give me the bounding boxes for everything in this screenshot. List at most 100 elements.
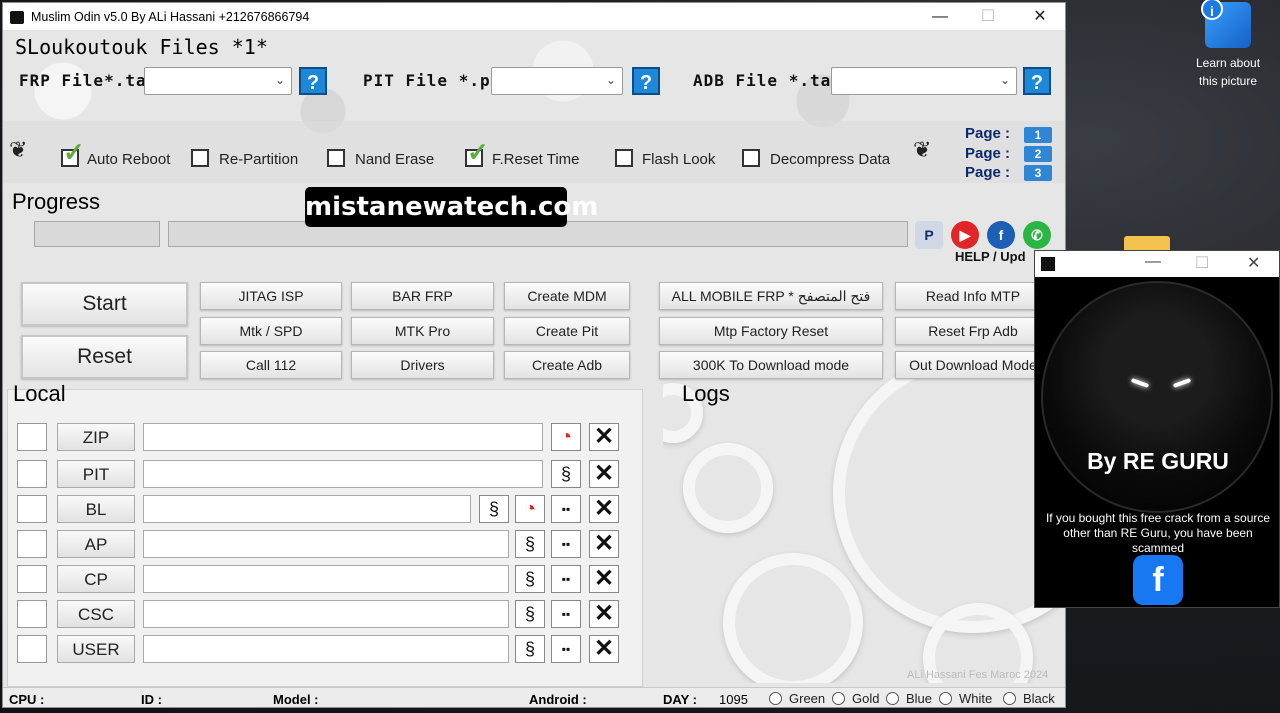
- adb-help-button[interactable]: ?: [1023, 67, 1051, 95]
- mtp-factory-reset-button[interactable]: Mtp Factory Reset: [659, 317, 883, 345]
- theme-gold-radio[interactable]: [832, 692, 845, 705]
- pit-button[interactable]: PIT: [57, 460, 135, 488]
- frp-file-combo[interactable]: ⌄: [144, 67, 292, 95]
- cp-button[interactable]: CP: [57, 565, 135, 593]
- user-button[interactable]: USER: [57, 635, 135, 663]
- theme-black-radio[interactable]: [1003, 692, 1016, 705]
- help-update-link[interactable]: HELP / Upd: [955, 249, 1026, 264]
- ap-path-field[interactable]: [143, 530, 509, 558]
- reset-button[interactable]: Reset: [21, 335, 188, 379]
- read-info-mtp-button[interactable]: Read Info MTP: [895, 282, 1051, 310]
- theme-green-radio[interactable]: [769, 692, 782, 705]
- maximize-button[interactable]: ☐: [965, 6, 1011, 28]
- create-mdm-button[interactable]: Create MDM: [504, 282, 630, 310]
- bl-options-icon[interactable]: ▪▪: [551, 495, 581, 523]
- zip-checkbox[interactable]: [17, 423, 47, 451]
- local-label: Local: [13, 381, 66, 406]
- pit-file-label: PIT File *.pit: [363, 71, 512, 90]
- pit-clear-icon[interactable]: ✕: [589, 460, 619, 488]
- bl-script-icon[interactable]: §: [479, 495, 509, 523]
- zip-load-icon[interactable]: ◔: [551, 423, 581, 451]
- pit-path-field[interactable]: [143, 460, 543, 488]
- cp-options-icon[interactable]: ▪▪: [551, 565, 581, 593]
- frp-help-button[interactable]: ?: [299, 67, 327, 95]
- bl-path-field[interactable]: [143, 495, 471, 523]
- pit-script-icon[interactable]: §: [551, 460, 581, 488]
- adb-file-combo[interactable]: ⌄: [831, 67, 1017, 95]
- page-2-button[interactable]: 2: [1024, 146, 1052, 162]
- page-3-button[interactable]: 3: [1024, 165, 1052, 181]
- mtk-spd-button[interactable]: Mtk / SPD: [200, 317, 342, 345]
- csc-button[interactable]: CSC: [57, 600, 135, 628]
- cp-clear-icon[interactable]: ✕: [589, 565, 619, 593]
- facebook-icon[interactable]: f: [1133, 555, 1183, 605]
- ap-options-icon[interactable]: ▪▪: [551, 530, 581, 558]
- flower-icon: ❦: [913, 137, 932, 162]
- f-reset-time-checkbox[interactable]: [465, 137, 489, 168]
- logs-area[interactable]: [673, 407, 1063, 685]
- page-1-button[interactable]: 1: [1024, 127, 1052, 143]
- paypal-icon[interactable]: P: [915, 221, 943, 249]
- zip-clear-icon[interactable]: ✕: [589, 423, 619, 451]
- user-script-icon[interactable]: §: [515, 635, 545, 663]
- csc-checkbox[interactable]: [17, 600, 47, 628]
- youtube-icon[interactable]: ▶: [951, 221, 979, 249]
- bar-frp-button[interactable]: BAR FRP: [351, 282, 494, 310]
- flash-look-checkbox[interactable]: [615, 149, 633, 167]
- popup-minimize-button[interactable]: —: [1145, 253, 1161, 271]
- files-title: SLoukoutouk Files *1*: [15, 35, 268, 59]
- title-bar: Muslim Odin v5.0 By ALi Hassani +2126768…: [3, 3, 1065, 31]
- start-button[interactable]: Start: [21, 282, 188, 326]
- nand-erase-checkbox[interactable]: [327, 149, 345, 167]
- id-label: ID :: [141, 692, 162, 707]
- ap-script-icon[interactable]: §: [515, 530, 545, 558]
- cp-script-icon[interactable]: §: [515, 565, 545, 593]
- jitag-isp-button[interactable]: JITAG ISP: [200, 282, 342, 310]
- ap-button[interactable]: AP: [57, 530, 135, 558]
- user-checkbox[interactable]: [17, 635, 47, 663]
- out-download-mode-button[interactable]: Out Download Mode: [895, 351, 1051, 379]
- csc-path-field[interactable]: [143, 600, 509, 628]
- cp-path-field[interactable]: [143, 565, 509, 593]
- theme-white-radio[interactable]: [939, 692, 952, 705]
- desktop-icon-learn[interactable]: i Learn about this picture: [1190, 0, 1266, 90]
- decompress-data-checkbox[interactable]: [742, 149, 760, 167]
- csc-clear-icon[interactable]: ✕: [589, 600, 619, 628]
- bl-button[interactable]: BL: [57, 495, 135, 523]
- call-112-button[interactable]: Call 112: [200, 351, 342, 379]
- popup-close-button[interactable]: ✕: [1247, 253, 1260, 273]
- drivers-button[interactable]: Drivers: [351, 351, 494, 379]
- pit-checkbox[interactable]: [17, 460, 47, 488]
- chevron-down-icon: ⌄: [274, 73, 285, 87]
- theme-blue-radio[interactable]: [886, 692, 899, 705]
- facebook-icon[interactable]: f: [987, 221, 1015, 249]
- close-button[interactable]: ✕: [1017, 6, 1063, 28]
- whatsapp-icon[interactable]: ✆: [1023, 221, 1051, 249]
- bl-clear-icon[interactable]: ✕: [589, 495, 619, 523]
- pit-file-combo[interactable]: ⌄: [491, 67, 623, 95]
- minimize-button[interactable]: —: [917, 6, 963, 28]
- mtk-pro-button[interactable]: MTK Pro: [351, 317, 494, 345]
- create-pit-button[interactable]: Create Pit: [504, 317, 630, 345]
- zip-button[interactable]: ZIP: [57, 423, 135, 451]
- bl-checkbox[interactable]: [17, 495, 47, 523]
- csc-options-icon[interactable]: ▪▪: [551, 600, 581, 628]
- bl-load-icon[interactable]: ◔: [515, 495, 545, 523]
- cpu-label: CPU :: [9, 692, 45, 707]
- ap-clear-icon[interactable]: ✕: [589, 530, 619, 558]
- user-clear-icon[interactable]: ✕: [589, 635, 619, 663]
- user-options-icon[interactable]: ▪▪: [551, 635, 581, 663]
- ap-checkbox[interactable]: [17, 530, 47, 558]
- pit-help-button[interactable]: ?: [632, 67, 660, 95]
- zip-path-field[interactable]: [143, 423, 543, 451]
- all-mobile-frp-button[interactable]: ALL MOBILE FRP * فتح المتصفح: [659, 282, 883, 310]
- download-mode-300k-button[interactable]: 300K To Download mode: [659, 351, 883, 379]
- re-partition-checkbox[interactable]: [191, 149, 209, 167]
- csc-script-icon[interactable]: §: [515, 600, 545, 628]
- auto-reboot-checkbox[interactable]: [61, 137, 85, 168]
- create-adb-button[interactable]: Create Adb: [504, 351, 630, 379]
- user-path-field[interactable]: [143, 635, 509, 663]
- popup-maximize-button[interactable]: ☐: [1195, 253, 1209, 273]
- cp-checkbox[interactable]: [17, 565, 47, 593]
- reset-frp-adb-button[interactable]: Reset Frp Adb: [895, 317, 1051, 345]
